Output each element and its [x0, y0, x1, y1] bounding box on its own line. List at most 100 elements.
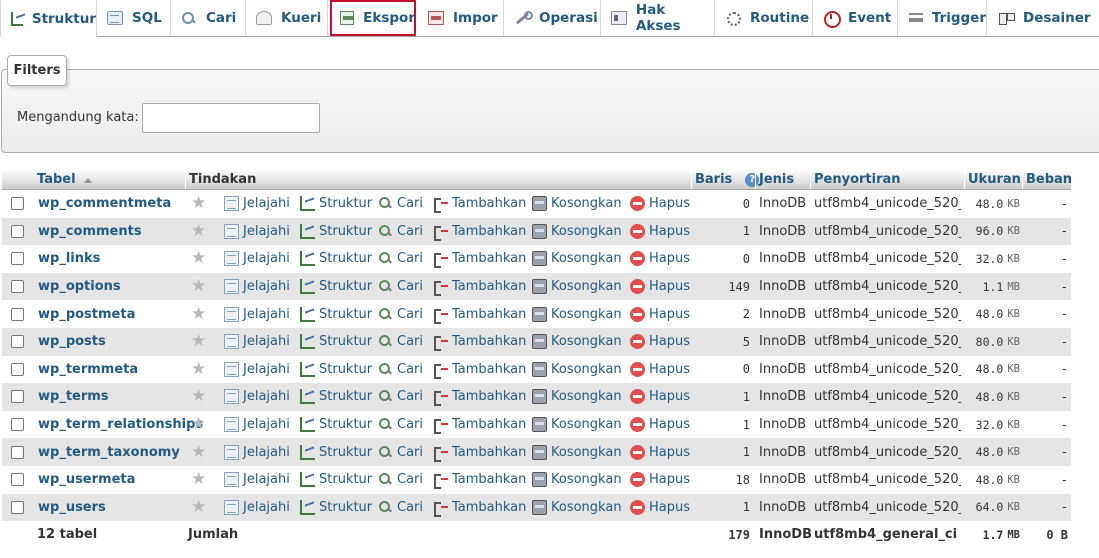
star-icon[interactable]	[191, 497, 207, 517]
row-checkbox[interactable]	[11, 335, 24, 349]
search-link[interactable]: Cari	[378, 190, 423, 218]
structure-link[interactable]: Struktur	[300, 218, 372, 246]
header-table[interactable]: Tabel	[37, 170, 93, 189]
insert-link[interactable]: Tambahkan	[433, 438, 526, 466]
insert-link[interactable]: Tambahkan	[433, 383, 526, 411]
insert-link[interactable]: Tambahkan	[433, 190, 526, 218]
drop-link[interactable]: Hapus	[630, 466, 690, 494]
header-size[interactable]: Ukuran	[964, 170, 1021, 189]
row-checkbox[interactable]	[11, 362, 24, 376]
browse-link[interactable]: Jelajahi	[224, 300, 290, 328]
empty-link[interactable]: Kosongkan	[532, 356, 622, 384]
browse-link[interactable]: Jelajahi	[224, 356, 290, 384]
size-link[interactable]: 32.0 KB	[965, 411, 1020, 439]
browse-link[interactable]: Jelajahi	[224, 218, 290, 246]
drop-link[interactable]: Hapus	[630, 411, 690, 439]
browse-link[interactable]: Jelajahi	[224, 466, 290, 494]
star-icon[interactable]	[191, 359, 207, 379]
tab-triggers[interactable]: Trigger	[898, 0, 987, 36]
insert-link[interactable]: Tambahkan	[433, 328, 526, 356]
search-link[interactable]: Cari	[378, 218, 423, 246]
insert-link[interactable]: Tambahkan	[433, 218, 526, 246]
empty-link[interactable]: Kosongkan	[532, 383, 622, 411]
browse-link[interactable]: Jelajahi	[224, 438, 290, 466]
table-name-link[interactable]: wp_usermeta	[38, 466, 135, 494]
tab-designer[interactable]: Desainer	[988, 0, 1099, 36]
star-icon[interactable]	[191, 193, 207, 213]
drop-link[interactable]: Hapus	[630, 273, 690, 301]
star-icon[interactable]	[191, 221, 207, 241]
insert-link[interactable]: Tambahkan	[433, 356, 526, 384]
tab-import[interactable]: Impor	[418, 0, 504, 36]
size-link[interactable]: 48.0 KB	[965, 190, 1020, 218]
empty-link[interactable]: Kosongkan	[532, 494, 622, 522]
table-name-link[interactable]: wp_postmeta	[38, 300, 135, 328]
table-name-link[interactable]: wp_options	[38, 273, 121, 301]
star-icon[interactable]	[191, 304, 207, 324]
structure-link[interactable]: Struktur	[300, 328, 372, 356]
size-link[interactable]: 48.0 KB	[965, 438, 1020, 466]
structure-link[interactable]: Struktur	[300, 411, 372, 439]
size-link[interactable]: 64.0 KB	[965, 494, 1020, 522]
search-link[interactable]: Cari	[378, 494, 423, 522]
empty-link[interactable]: Kosongkan	[532, 300, 622, 328]
row-checkbox[interactable]	[11, 224, 24, 238]
table-name-link[interactable]: wp_posts	[38, 328, 106, 356]
insert-link[interactable]: Tambahkan	[433, 411, 526, 439]
star-icon[interactable]	[191, 442, 207, 462]
structure-link[interactable]: Struktur	[300, 245, 372, 273]
browse-link[interactable]: Jelajahi	[224, 245, 290, 273]
search-link[interactable]: Cari	[378, 411, 423, 439]
size-link[interactable]: 96.0 KB	[965, 218, 1020, 246]
tab-export[interactable]: Ekspor	[330, 0, 416, 36]
row-checkbox[interactable]	[11, 280, 24, 294]
drop-link[interactable]: Hapus	[630, 383, 690, 411]
star-icon[interactable]	[191, 276, 207, 296]
tab-structure[interactable]: Struktur	[0, 0, 97, 37]
header-overhead[interactable]: Beban	[1022, 170, 1072, 189]
search-link[interactable]: Cari	[378, 245, 423, 273]
star-icon[interactable]	[191, 414, 207, 434]
star-icon[interactable]	[191, 248, 207, 268]
tab-sql[interactable]: SQL	[97, 0, 171, 36]
structure-link[interactable]: Struktur	[300, 438, 372, 466]
header-rows[interactable]: Baris ?	[691, 170, 760, 189]
table-name-link[interactable]: wp_term_taxonomy	[38, 438, 180, 466]
star-icon[interactable]	[191, 386, 207, 406]
size-link[interactable]: 80.0 KB	[965, 328, 1020, 356]
structure-link[interactable]: Struktur	[300, 273, 372, 301]
row-checkbox[interactable]	[11, 473, 24, 487]
star-icon[interactable]	[191, 331, 207, 351]
table-name-link[interactable]: wp_terms	[38, 383, 109, 411]
table-name-link[interactable]: wp_termmeta	[38, 356, 138, 384]
filter-input[interactable]	[142, 103, 320, 133]
table-name-link[interactable]: wp_term_relationships	[38, 411, 203, 439]
size-link[interactable]: 48.0 KB	[965, 356, 1020, 384]
size-link[interactable]: 48.0 KB	[965, 383, 1020, 411]
insert-link[interactable]: Tambahkan	[433, 245, 526, 273]
drop-link[interactable]: Hapus	[630, 328, 690, 356]
size-link[interactable]: 32.0 KB	[965, 245, 1020, 273]
empty-link[interactable]: Kosongkan	[532, 190, 622, 218]
row-checkbox[interactable]	[11, 307, 24, 321]
structure-link[interactable]: Struktur	[300, 383, 372, 411]
table-name-link[interactable]: wp_comments	[38, 218, 142, 246]
search-link[interactable]: Cari	[378, 466, 423, 494]
tab-query[interactable]: Kueri	[246, 0, 328, 36]
search-link[interactable]: Cari	[378, 328, 423, 356]
drop-link[interactable]: Hapus	[630, 300, 690, 328]
tab-routines[interactable]: Routine	[715, 0, 813, 36]
star-icon[interactable]	[191, 469, 207, 489]
table-name-link[interactable]: wp_links	[38, 245, 100, 273]
empty-link[interactable]: Kosongkan	[532, 438, 622, 466]
structure-link[interactable]: Struktur	[300, 494, 372, 522]
header-collation[interactable]: Penyortiran	[810, 170, 901, 189]
search-link[interactable]: Cari	[378, 356, 423, 384]
browse-link[interactable]: Jelajahi	[224, 383, 290, 411]
tab-operations[interactable]: Operasi	[504, 0, 601, 36]
size-link[interactable]: 1.1 MB	[965, 273, 1020, 301]
structure-link[interactable]: Struktur	[300, 300, 372, 328]
browse-link[interactable]: Jelajahi	[224, 411, 290, 439]
drop-link[interactable]: Hapus	[630, 218, 690, 246]
structure-link[interactable]: Struktur	[300, 466, 372, 494]
